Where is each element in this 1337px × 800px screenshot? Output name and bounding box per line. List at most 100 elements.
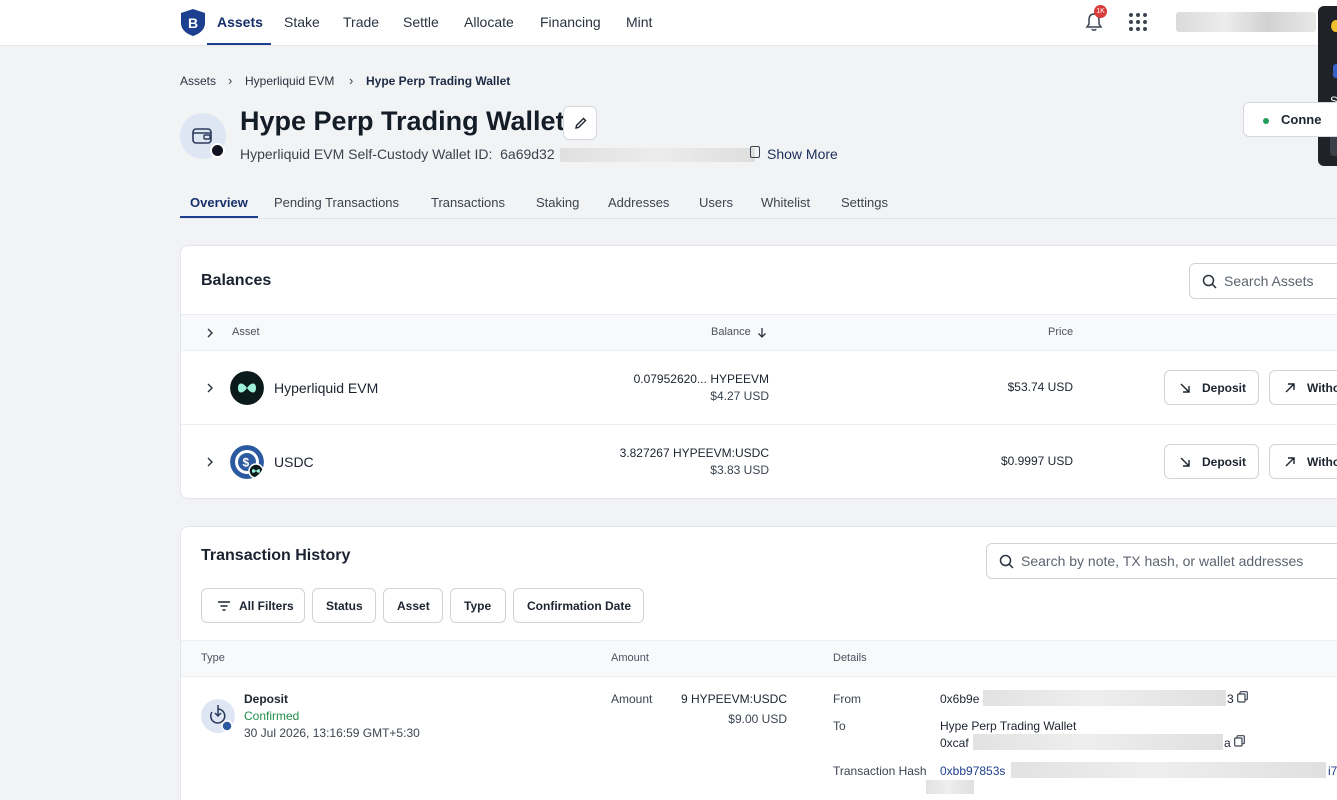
deposit-type-icon <box>201 699 235 733</box>
all-filters-label: All Filters <box>239 599 294 613</box>
tx-status: Confirmed <box>244 709 300 723</box>
tx-date: 30 Jul 2026, 13:16:59 GMT+5:30 <box>244 726 420 740</box>
nav-trade[interactable]: Trade <box>343 14 379 30</box>
deposit-button[interactable]: Deposit <box>1164 444 1259 479</box>
nav-assets[interactable]: Assets <box>217 14 263 30</box>
breadcrumb-hyperliquid[interactable]: Hyperliquid EVM <box>245 74 334 88</box>
chevron-right-icon[interactable] <box>205 383 215 393</box>
tabs-divider <box>180 218 1337 219</box>
show-more-link[interactable]: Show More <box>767 146 838 162</box>
nav-active-indicator <box>207 43 271 45</box>
tab-staking[interactable]: Staking <box>536 195 579 210</box>
page-title: Hype Perp Trading Wallet <box>240 106 565 136</box>
wallet-avatar <box>180 113 226 159</box>
tab-transactions[interactable]: Transactions <box>431 195 505 210</box>
asset-filter-label: Asset <box>397 599 430 613</box>
search-icon <box>999 554 1014 569</box>
confirmation-date-filter-button[interactable]: Confirmation Date <box>513 588 644 623</box>
search-transactions-placeholder: Search by note, TX hash, or wallet addre… <box>1021 553 1304 569</box>
table-row[interactable]: Deposit Confirmed 30 Jul 2026, 13:16:59 … <box>181 677 1337 800</box>
type-filter-button[interactable]: Type <box>450 588 506 623</box>
search-transactions-input[interactable]: Search by note, TX hash, or wallet addre… <box>986 543 1337 579</box>
search-assets-placeholder: Search Assets <box>1224 273 1314 289</box>
asset-balance: 3.827267 HYPEEVM:USDC <box>619 446 769 460</box>
deposit-label: Deposit <box>1202 455 1247 469</box>
wallet-id-label: Hyperliquid EVM Self-Custody Wallet ID: <box>240 146 493 162</box>
breadcrumb-current: Hype Perp Trading Wallet <box>366 74 511 88</box>
chevron-right-icon[interactable] <box>205 328 215 338</box>
tab-addresses[interactable]: Addresses <box>608 195 669 210</box>
asset-name: Hyperliquid EVM <box>274 380 379 396</box>
withdraw-button[interactable]: Witho <box>1269 444 1337 479</box>
column-balance[interactable]: Balance <box>711 326 751 338</box>
nav-financing[interactable]: Financing <box>540 14 601 30</box>
asset-balance-usd: $4.27 USD <box>710 389 769 403</box>
asset-name: USDC <box>274 454 314 470</box>
copy-icon[interactable] <box>1234 735 1245 747</box>
withdraw-label: Witho <box>1307 381 1337 395</box>
tab-settings[interactable]: Settings <box>841 195 888 210</box>
table-row[interactable]: Hyperliquid EVM 0.07952620... HYPEEVM $4… <box>181 351 1337 425</box>
tx-hash-redacted-line2 <box>926 780 974 794</box>
tx-amount: 9 HYPEEVM:USDC <box>680 692 787 706</box>
tab-whitelist[interactable]: Whitelist <box>761 195 810 210</box>
transaction-history-title: Transaction History <box>201 547 351 564</box>
copy-icon[interactable] <box>1237 691 1248 703</box>
search-assets-input[interactable]: Search Assets <box>1189 263 1337 299</box>
asset-filter-button[interactable]: Asset <box>383 588 443 623</box>
nav-stake[interactable]: Stake <box>284 14 320 30</box>
wallet-id-value: 6a69d32 <box>500 146 555 162</box>
tab-overview[interactable]: Overview <box>190 195 248 210</box>
tx-from-suffix: 3 <box>1227 692 1234 706</box>
hyperliquid-badge-icon <box>210 143 225 158</box>
asset-balance: 0.07952620... HYPEEVM <box>633 372 769 386</box>
bitgo-logo-icon[interactable]: B <box>181 9 205 36</box>
column-asset: Asset <box>232 326 260 338</box>
app-grid-icon[interactable] <box>1129 13 1147 31</box>
copy-icon[interactable] <box>750 146 760 158</box>
tx-from-label: From <box>833 692 861 706</box>
tx-hash-redacted <box>1011 762 1326 778</box>
balances-card: Balances Search Assets Asset Balance Pri… <box>180 245 1337 499</box>
table-row[interactable]: $ USDC 3.827267 HYPEEVM:USDC $3.83 USD $… <box>181 425 1337 499</box>
asset-price: $0.9997 USD <box>1000 454 1073 468</box>
user-menu[interactable] <box>1176 12 1316 32</box>
nav-allocate[interactable]: Allocate <box>464 14 514 30</box>
column-price: Price <box>1048 326 1074 338</box>
deposit-label: Deposit <box>1202 381 1247 395</box>
nav-settle[interactable]: Settle <box>403 14 439 30</box>
wallet-icon <box>192 128 212 144</box>
withdraw-button[interactable]: Witho <box>1269 370 1337 405</box>
tab-users[interactable]: Users <box>699 195 733 210</box>
tx-to-prefix: 0xcaf <box>940 736 969 750</box>
tx-from-redacted <box>983 690 1226 706</box>
chevron-right-icon[interactable] <box>205 457 215 467</box>
tx-type: Deposit <box>244 692 289 706</box>
connect-button[interactable]: Conne <box>1243 102 1337 137</box>
sort-down-icon[interactable] <box>757 327 767 339</box>
nav-mint[interactable]: Mint <box>626 14 652 30</box>
edit-name-button[interactable] <box>563 106 597 140</box>
extension-panel[interactable]: S <box>1318 6 1337 166</box>
asset-price: $53.74 USD <box>1007 380 1073 394</box>
tx-to-name: Hype Perp Trading Wallet <box>940 719 1077 733</box>
asset-balance-usd: $3.83 USD <box>710 463 769 477</box>
all-filters-button[interactable]: All Filters <box>201 588 305 623</box>
tab-pending-transactions[interactable]: Pending Transactions <box>274 195 399 210</box>
confirmation-date-filter-label: Confirmation Date <box>527 599 632 613</box>
deposit-button[interactable]: Deposit <box>1164 370 1259 405</box>
status-filter-button[interactable]: Status <box>312 588 376 623</box>
tx-hash-suffix[interactable]: i7s <box>1328 764 1337 778</box>
chevron-right-icon: › <box>228 73 233 88</box>
status-dot-icon <box>1263 118 1269 124</box>
hyperliquid-icon <box>230 371 264 405</box>
balances-header-row: Asset Balance Price <box>181 314 1337 351</box>
tx-to-redacted <box>973 734 1223 750</box>
breadcrumb-assets[interactable]: Assets <box>180 74 216 88</box>
filter-icon <box>218 601 230 611</box>
connect-label: Conne <box>1281 112 1322 127</box>
arrow-down-right-icon <box>1180 457 1190 467</box>
tx-hash-prefix[interactable]: 0xbb97853s <box>940 764 1005 778</box>
tx-to-label: To <box>833 719 846 733</box>
notification-badge: 1K <box>1094 5 1107 18</box>
